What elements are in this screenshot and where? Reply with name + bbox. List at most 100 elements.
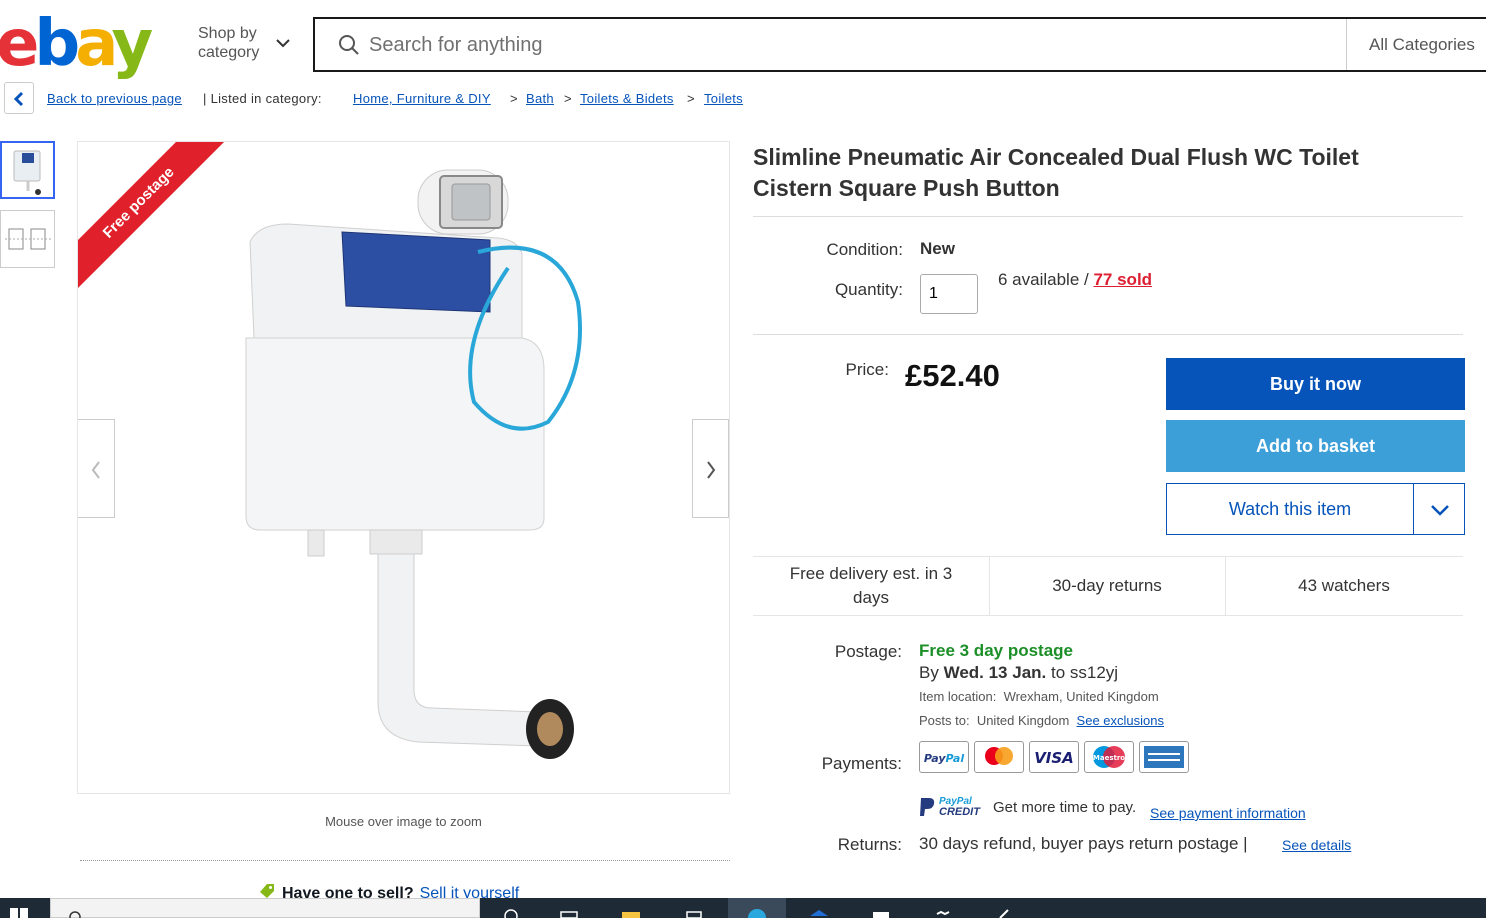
- posts-to: Posts to: United Kingdom See exclusions: [919, 713, 1164, 728]
- maestro-icon: Maestro: [1093, 746, 1125, 768]
- condition-label: Condition:: [826, 240, 903, 259]
- item-location-label: Item location:: [919, 689, 997, 704]
- by-date: Wed. 13 Jan.: [943, 663, 1047, 682]
- returns-text: 30 days refund, buyer pays return postag…: [919, 834, 1248, 853]
- logo-letter-a: a: [75, 7, 116, 81]
- taskbar-search-box[interactable]: [50, 898, 480, 918]
- by-prefix: By: [919, 663, 939, 682]
- item-title-line1: Slimline Pneumatic Air Concealed Dual Fl…: [753, 144, 1359, 170]
- listed-in-label: | Listed in category:: [203, 91, 322, 106]
- breadcrumb-separator: >: [510, 91, 518, 106]
- svg-text:PayPal: PayPal: [924, 752, 964, 765]
- breadcrumb-toilets[interactable]: Toilets: [704, 91, 743, 106]
- by-suffix: to ss12yj: [1051, 663, 1119, 682]
- watch-item-label: Watch this item: [1228, 499, 1352, 519]
- chevron-left-icon: [13, 91, 24, 107]
- returns-label: Returns:: [837, 835, 902, 854]
- zoom-hint: Mouse over image to zoom: [325, 814, 482, 829]
- payment-info: See payment information: [1150, 805, 1306, 821]
- watch-options-dropdown[interactable]: [1413, 484, 1465, 534]
- quantity-label: Quantity:: [834, 280, 903, 299]
- see-payment-info-link[interactable]: See payment information: [1150, 805, 1306, 821]
- pen-icon[interactable]: [994, 902, 1016, 918]
- previous-image-button[interactable]: [78, 419, 115, 518]
- posts-to-value: United Kingdom: [976, 713, 1070, 728]
- amex-icon: [1144, 746, 1184, 768]
- back-to-previous-link[interactable]: Back to previous page: [47, 91, 182, 106]
- item-location: Item location: Wrexham, United Kingdom: [919, 689, 1159, 704]
- divider: [753, 216, 1463, 217]
- buy-it-now-button[interactable]: Buy it now: [1166, 358, 1465, 410]
- dropbox-icon[interactable]: [932, 902, 954, 918]
- folder-icon[interactable]: [620, 902, 642, 918]
- breadcrumb-separator: >: [564, 91, 572, 106]
- maestro-logo: Maestro: [1084, 741, 1134, 773]
- free-postage-text: Free 3 day postage: [919, 641, 1074, 660]
- breadcrumb-separator: >: [687, 91, 695, 106]
- widget-icon[interactable]: [558, 902, 580, 918]
- app-icon[interactable]: [808, 902, 830, 918]
- chevron-left-icon: [91, 461, 100, 479]
- breadcrumb-home-furniture-diy[interactable]: Home, Furniture & DIY: [353, 91, 491, 106]
- visa-icon: VISA: [1034, 749, 1074, 767]
- watch-item-button[interactable]: Watch this item: [1166, 483, 1465, 535]
- logo-letter-e: e: [0, 7, 39, 81]
- availability: 6 available / 77 sold: [998, 270, 1152, 290]
- search-icon: [339, 35, 359, 55]
- logo-letter-b: b: [34, 7, 80, 81]
- search-icon: [69, 911, 81, 918]
- paypal-credit-bottom: CREDIT: [939, 806, 980, 818]
- amex-logo: [1139, 741, 1189, 773]
- windows-taskbar: [0, 898, 1486, 918]
- diagram-thumbnail-image: [5, 228, 51, 250]
- quantity-input[interactable]: [920, 274, 978, 314]
- see-details-link[interactable]: See details: [1282, 837, 1351, 853]
- available-text: 6 available /: [998, 270, 1089, 289]
- thumbnail-2[interactable]: [0, 210, 55, 268]
- item-title: Slimline Pneumatic Air Concealed Dual Fl…: [753, 142, 1453, 204]
- price-value: £52.40: [905, 358, 1000, 393]
- posts-to-label: Posts to:: [919, 713, 970, 728]
- condition-value: New: [920, 239, 955, 258]
- breadcrumb-toilets-bidets[interactable]: Toilets & Bidets: [580, 91, 674, 106]
- thumbnail-1[interactable]: [0, 141, 55, 199]
- breadcrumb-bath[interactable]: Bath: [526, 91, 554, 106]
- search-input[interactable]: [369, 29, 1269, 61]
- back-button[interactable]: [4, 82, 34, 114]
- main-product-image[interactable]: Free postage: [77, 141, 730, 794]
- next-image-button[interactable]: [692, 419, 729, 518]
- mastercard-icon: [985, 747, 1013, 765]
- item-title-line2: Cistern Square Push Button: [753, 175, 1060, 201]
- mastercard-logo: [974, 741, 1024, 773]
- store-icon[interactable]: [683, 902, 705, 918]
- task-view-icon[interactable]: [500, 902, 522, 918]
- returns-details: See details: [1282, 837, 1351, 853]
- shop-by-category-button[interactable]: Shop by category: [198, 24, 259, 62]
- shop-by-label-line1: Shop by: [198, 25, 257, 42]
- shop-by-label-line2: category: [198, 44, 260, 61]
- visa-logo: VISA: [1029, 741, 1079, 773]
- chevron-right-icon: [707, 461, 716, 479]
- chevron-down-icon: [1431, 505, 1449, 516]
- feature-returns: 30-day returns: [1052, 576, 1162, 595]
- category-select[interactable]: All Categories: [1346, 19, 1486, 70]
- payments-label: Payments:: [821, 754, 902, 773]
- add-to-basket-button[interactable]: Add to basket: [1166, 420, 1465, 472]
- postage-label: Postage:: [834, 642, 902, 661]
- browser-icon[interactable]: [746, 902, 768, 918]
- cistern-image: [245, 169, 582, 759]
- see-exclusions-link[interactable]: See exclusions: [1077, 713, 1164, 728]
- delivery-date: By Wed. 13 Jan. to ss12yj: [919, 663, 1118, 683]
- svg-text:VISA: VISA: [1034, 749, 1074, 767]
- divider: [80, 860, 730, 861]
- app-icon[interactable]: [870, 902, 892, 918]
- windows-start-icon[interactable]: [8, 902, 30, 918]
- svg-text:Maestro: Maestro: [1093, 754, 1125, 762]
- sold-link[interactable]: 77 sold: [1093, 270, 1152, 289]
- search-bar: All Categories: [313, 17, 1486, 72]
- chevron-down-icon[interactable]: [274, 34, 292, 52]
- divider: [753, 334, 1463, 335]
- item-location-value: Wrexham, United Kingdom: [1003, 689, 1159, 704]
- paypal-icon: PayPal: [924, 752, 964, 765]
- ebay-logo[interactable]: ebay: [0, 10, 156, 78]
